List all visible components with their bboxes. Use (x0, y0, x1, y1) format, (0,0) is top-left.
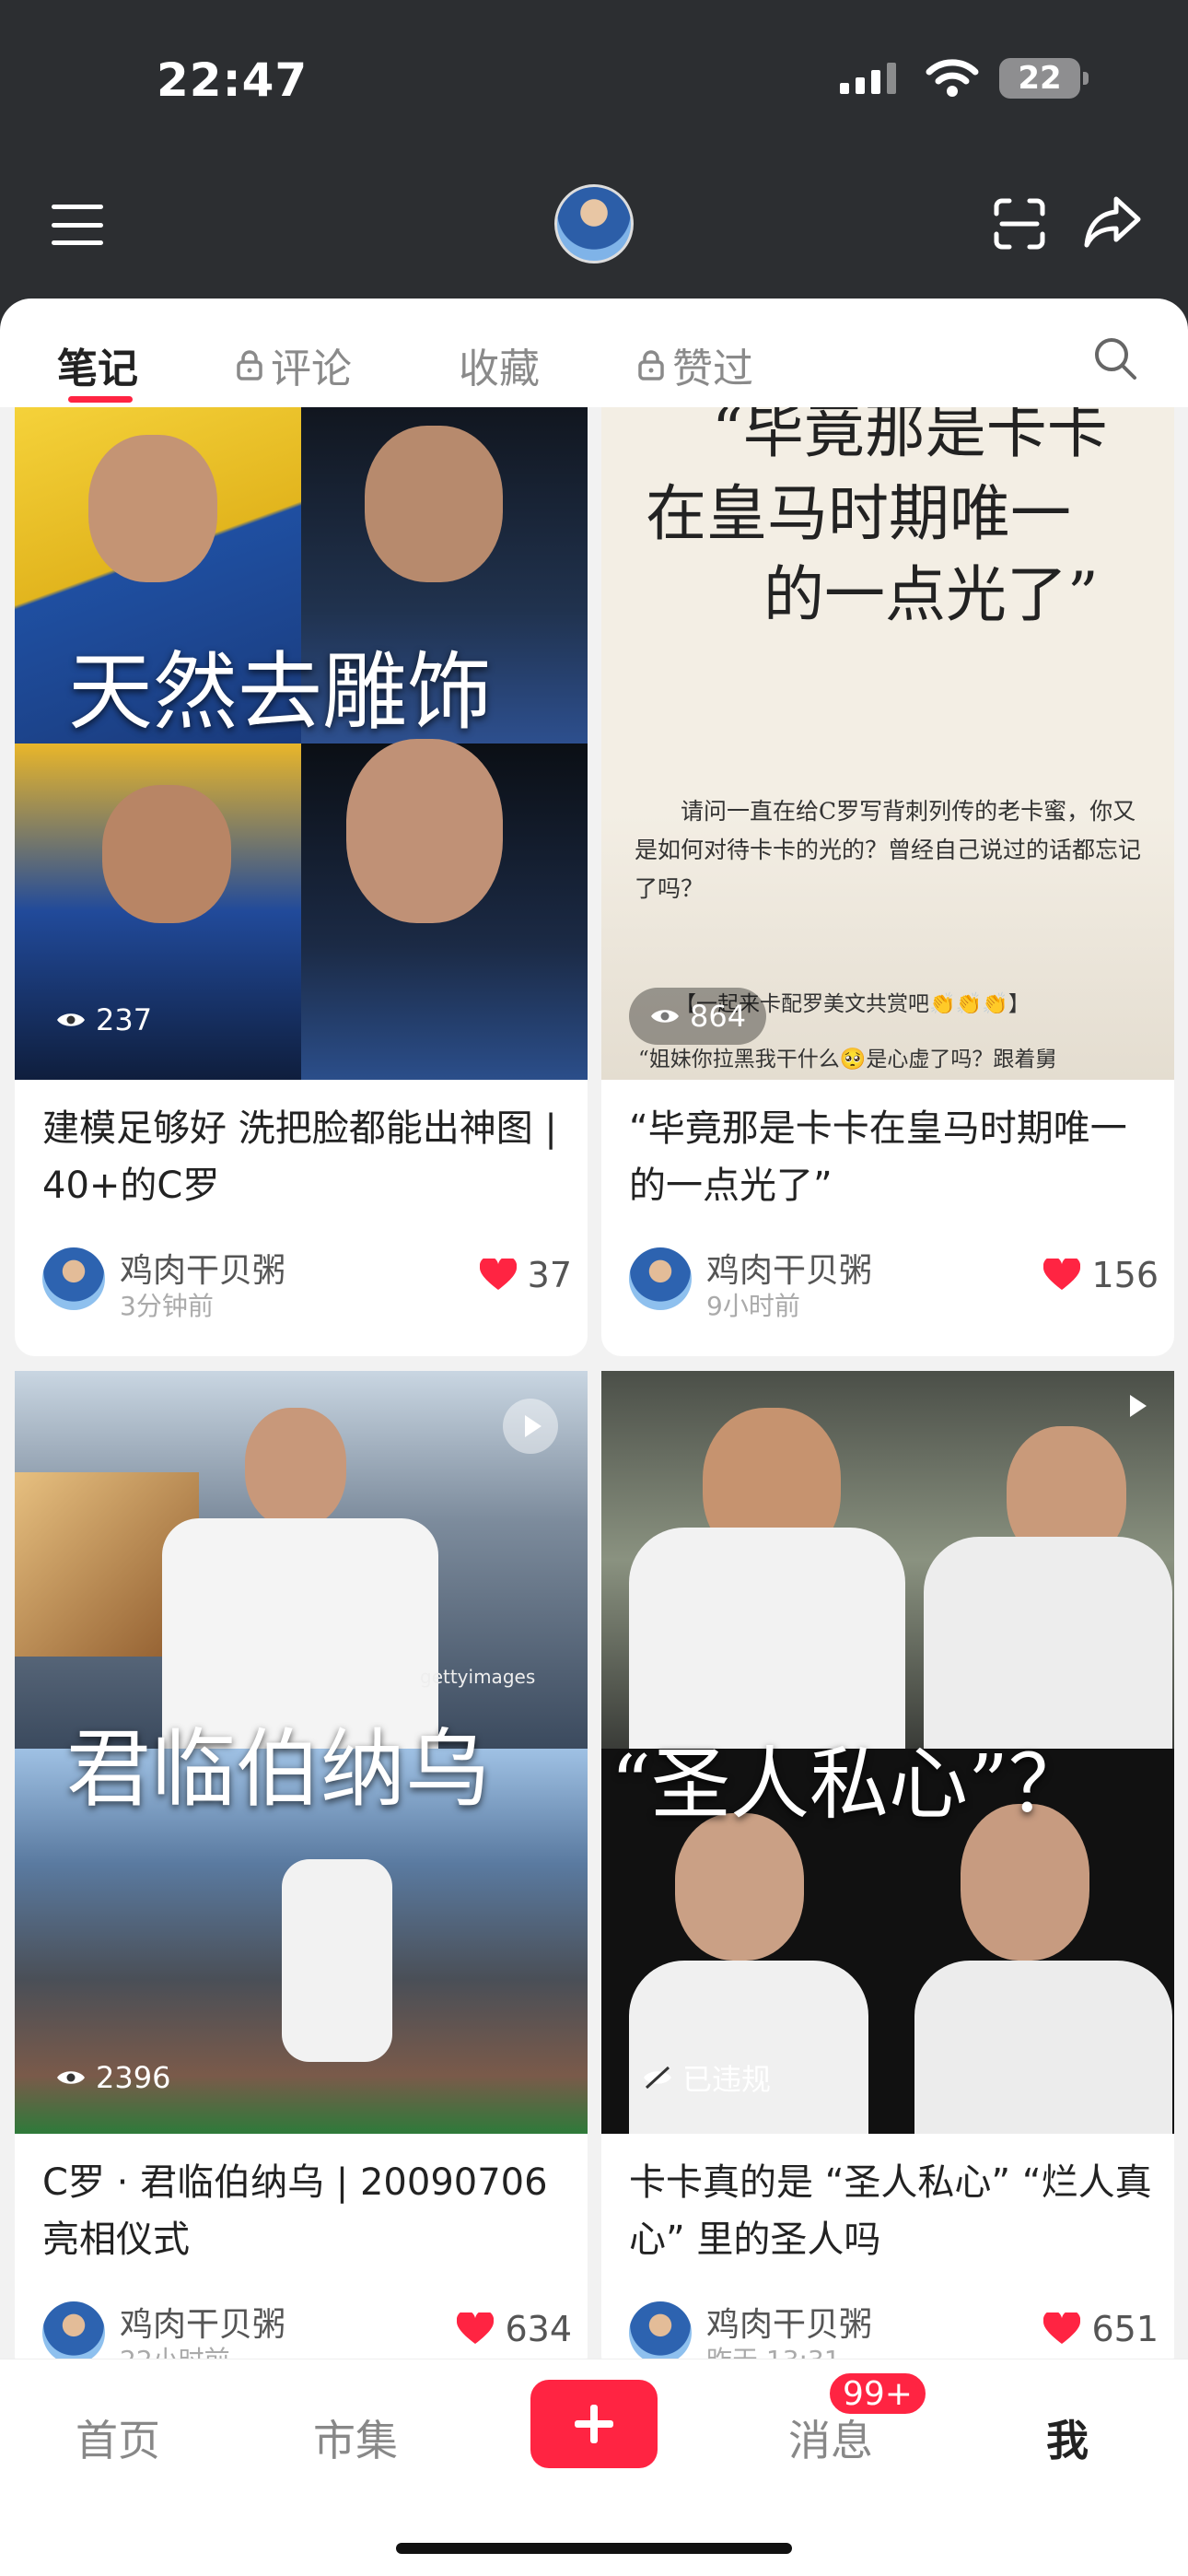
watermark-text: gettyimages (420, 1666, 536, 1688)
notes-feed: 天然去雕饰 237 建模足够好 洗把脸都能出神图 | 40+的C罗 鸡肉干贝粥 … (0, 407, 1188, 2359)
like-count: 634 (505, 2309, 572, 2349)
cover-headline-line: 的一点光了” (763, 559, 1099, 630)
like-count: 37 (527, 1255, 572, 1295)
cover-body-text: 请问一直在给C罗写背刺列传的老卡蜜，你又是如何对待卡卡的光的？曾经自己说过的话都… (635, 798, 1142, 902)
battery-nub (1083, 72, 1089, 85)
tab-notes[interactable]: 笔记 (57, 335, 138, 394)
violation-badge: 已违规 (642, 2049, 771, 2106)
menu-icon[interactable] (52, 205, 103, 245)
heart-icon (1043, 2313, 1081, 2344)
note-cover-image[interactable]: “毕竟那是卡卡 在皇马时期唯一 的一点光了” 请问一直在给C罗写背刺列传的老卡蜜… (601, 407, 1174, 1080)
status-time: 22:47 (157, 53, 309, 107)
top-bar: 22:47 22 (0, 0, 1188, 332)
note-cover-image[interactable]: “圣人私心”？ 已违规 (601, 1371, 1174, 2134)
messages-badge: 99+ (827, 2371, 928, 2417)
add-note-button[interactable] (530, 2380, 658, 2468)
like-button[interactable]: 156 (1043, 1255, 1159, 1295)
view-count: 864 (690, 999, 747, 1034)
scan-icon[interactable] (993, 197, 1046, 251)
note-card[interactable]: gettyimages 君临伯纳乌 2396 C罗 · 君临伯纳乌 | 2009… (15, 1371, 588, 2359)
post-time: 昨天 13:31 (706, 2340, 841, 2359)
plus-icon-v (590, 2405, 598, 2443)
author-name[interactable]: 鸡肉干贝粥 (706, 1244, 872, 1292)
search-icon[interactable] (1092, 335, 1138, 381)
like-count: 156 (1091, 1255, 1159, 1295)
heart-icon (1043, 1259, 1081, 1290)
nav-market[interactable]: 市集 (313, 2407, 398, 2468)
battery-level: 22 (1018, 60, 1062, 97)
note-card[interactable]: “圣人私心”？ 已违规 卡卡真的是 “圣人私心” “烂人真心” 里的圣人吗 鸡肉… (601, 1371, 1174, 2359)
cover-overlay-text: 天然去雕饰 (68, 643, 493, 742)
like-count: 651 (1091, 2309, 1159, 2349)
share-icon[interactable] (1083, 193, 1142, 249)
note-author-row: 鸡肉干贝粥 3分钟前 37 (42, 1244, 572, 1321)
author-avatar[interactable] (42, 1247, 105, 1310)
note-author-row: 鸡肉干贝粥 22小时前 634 (42, 2298, 572, 2359)
wifi-icon (926, 59, 979, 97)
view-count: 237 (96, 1002, 153, 1037)
post-time: 3分钟前 (120, 1291, 214, 1321)
views-badge: 864 (629, 988, 767, 1045)
author-avatar[interactable] (42, 2301, 105, 2359)
lock-icon (237, 350, 262, 381)
heart-icon (479, 1259, 517, 1290)
cover-overlay-text: 君临伯纳乌 (66, 1720, 491, 1819)
author-avatar[interactable] (629, 2301, 692, 2359)
lock-icon (638, 350, 664, 381)
profile-avatar[interactable] (554, 184, 634, 263)
author-name[interactable]: 鸡肉干贝粥 (120, 2298, 285, 2346)
eye-icon (57, 2071, 85, 2084)
cover-headline-line: “毕竟那是卡卡 (712, 407, 1108, 466)
note-title: 建模足够好 洗把脸都能出神图 | 40+的C罗 (42, 1107, 557, 1207)
tab-comments[interactable]: 评论 (236, 335, 352, 394)
battery-icon: 22 (999, 58, 1080, 99)
note-title: “毕竟那是卡卡在皇马时期唯一的一点光了” (629, 1107, 1127, 1207)
eye-icon (651, 1010, 679, 1023)
hidden-eye-icon (644, 2066, 671, 2090)
note-card[interactable]: “毕竟那是卡卡 在皇马时期唯一 的一点光了” 请问一直在给C罗写背刺列传的老卡蜜… (601, 407, 1174, 1356)
violation-status: 已违规 (682, 2062, 772, 2097)
views-badge: 237 (55, 991, 152, 1048)
note-title: C罗 · 君临伯纳乌 | 20090706亮相仪式 (42, 2161, 548, 2261)
note-cover-image[interactable]: 天然去雕饰 237 (15, 407, 588, 1080)
note-author-row: 鸡肉干贝粥 9小时前 156 (629, 1244, 1159, 1321)
eye-icon (57, 1013, 85, 1026)
author-name[interactable]: 鸡肉干贝粥 (120, 1244, 285, 1292)
tab-collections[interactable]: 收藏 (459, 335, 540, 394)
home-indicator (396, 2543, 792, 2554)
post-time: 9小时前 (706, 1291, 800, 1321)
like-button[interactable]: 651 (1043, 2309, 1159, 2349)
video-play-icon (1108, 1378, 1163, 1434)
tab-label: 评论 (271, 345, 352, 392)
author-avatar[interactable] (629, 1247, 692, 1310)
tab-label: 赞过 (672, 345, 753, 392)
cover-headline-line: 在皇马时期唯一 (646, 478, 1071, 549)
profile-tabs: 笔记 评论 收藏 赞过 (0, 299, 1188, 407)
view-count: 2396 (96, 2060, 171, 2095)
cellular-signal-icon (840, 63, 896, 94)
video-play-icon (503, 1399, 558, 1454)
note-card[interactable]: 天然去雕饰 237 建模足够好 洗把脸都能出神图 | 40+的C罗 鸡肉干贝粥 … (15, 407, 588, 1356)
author-name[interactable]: 鸡肉干贝粥 (706, 2298, 872, 2346)
cover-overlay-text: “圣人私心”？ (611, 1739, 1088, 1831)
heart-icon (457, 2313, 495, 2344)
like-button[interactable]: 37 (479, 1255, 572, 1295)
post-time: 22小时前 (120, 2340, 230, 2359)
like-button[interactable]: 634 (457, 2309, 572, 2349)
views-badge: 2396 (55, 2049, 170, 2106)
tab-label: 收藏 (459, 345, 540, 392)
tab-liked[interactable]: 赞过 (637, 335, 753, 394)
note-cover-image[interactable]: gettyimages 君临伯纳乌 2396 (15, 1371, 588, 2134)
note-title: 卡卡真的是 “圣人私心” “烂人真心” 里的圣人吗 (629, 2161, 1152, 2261)
note-author-row: 鸡肉干贝粥 昨天 13:31 651 (629, 2298, 1159, 2359)
cover-footer-text: “姐妹你拉黑我干什么🥺是心虚了吗？跟着舅 (638, 1048, 1057, 1071)
active-tab-indicator (68, 396, 133, 403)
nav-home[interactable]: 首页 (76, 2407, 160, 2468)
nav-me[interactable]: 我 (1046, 2407, 1089, 2468)
tab-label: 笔记 (57, 345, 138, 392)
